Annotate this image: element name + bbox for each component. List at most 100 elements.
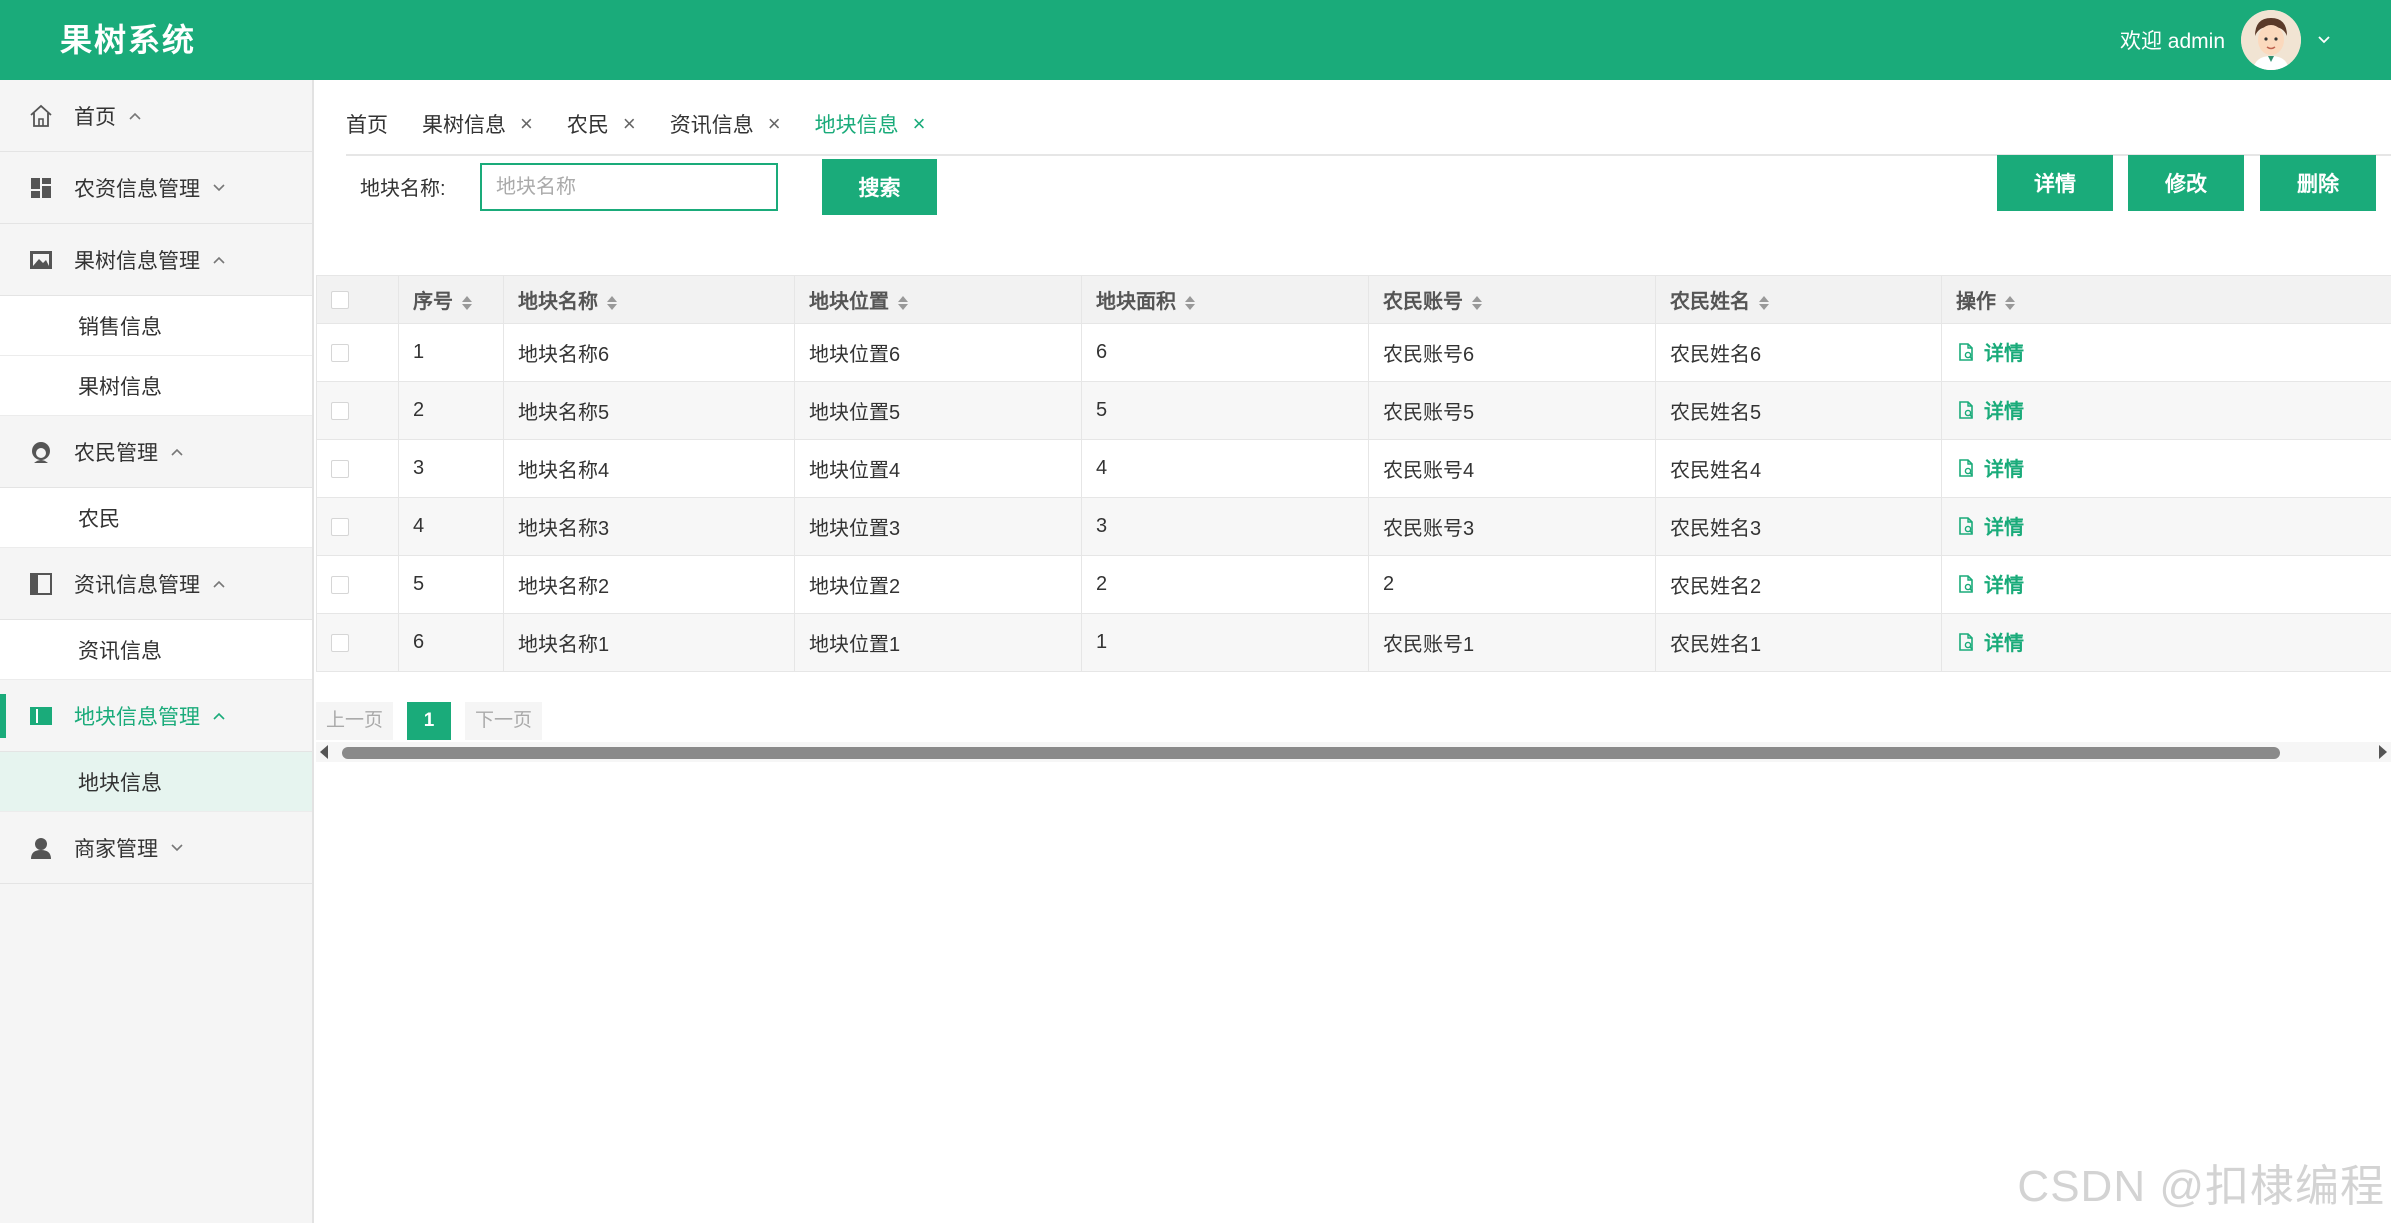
book-icon xyxy=(30,706,52,725)
table-cell: 农民姓名2 xyxy=(1655,555,1942,614)
select-all-checkbox[interactable] xyxy=(331,290,349,309)
user-menu[interactable]: 欢迎 admin xyxy=(2120,10,2331,70)
close-icon[interactable]: × xyxy=(768,113,781,135)
sidebar-subitem-news[interactable]: 资讯信息 xyxy=(0,620,312,680)
close-icon[interactable]: × xyxy=(520,113,533,135)
table-cell: 6 xyxy=(398,613,504,672)
home-icon xyxy=(30,104,52,127)
tab-label: 首页 xyxy=(346,114,388,137)
plot-table: 序号 地块名称 地块位置 地块面积 农民账号 农民姓名 操作 1 地块名称6 地块位… xyxy=(316,275,2391,672)
search-button[interactable]: 搜索 xyxy=(822,159,937,215)
chevron-down-icon xyxy=(171,843,183,851)
row-detail-label: 详情 xyxy=(1984,633,2024,656)
table-row[interactable]: 2 地块名称5 地块位置5 5 农民账号5 农民姓名5 详情 xyxy=(316,381,2391,440)
row-select-cell xyxy=(316,555,399,614)
table-row[interactable]: 5 地块名称2 地块位置2 2 2 农民姓名2 详情 xyxy=(316,555,2391,614)
chevron-up-icon xyxy=(171,448,183,456)
sort-icon[interactable] xyxy=(1184,295,1196,311)
chevron-down-icon[interactable] xyxy=(2317,33,2331,47)
tab-plot[interactable]: 地块信息 × xyxy=(815,109,926,139)
avatar[interactable] xyxy=(2241,10,2301,70)
column-header[interactable]: 农民姓名 xyxy=(1655,275,1942,324)
sidebar-item-merchant[interactable]: 商家管理 xyxy=(0,812,312,884)
row-detail-link[interactable]: 详情 xyxy=(1956,395,2024,424)
table-row[interactable]: 1 地块名称6 地块位置6 6 农民账号6 农民姓名6 详情 xyxy=(316,323,2391,382)
delete-button[interactable]: 删除 xyxy=(2260,155,2376,211)
sidebar-item-home[interactable]: 首页 xyxy=(0,80,312,152)
plot-name-search-input[interactable] xyxy=(480,163,778,211)
next-page-button[interactable]: 下一页 xyxy=(465,702,543,740)
sidebar-subitem-farmer[interactable]: 农民 xyxy=(0,488,312,548)
table-cell: 地块名称5 xyxy=(503,381,795,440)
page-number-current[interactable]: 1 xyxy=(407,702,452,740)
document-icon xyxy=(1959,574,1973,593)
table-cell: 6 xyxy=(1081,323,1369,382)
table-cell: 地块名称1 xyxy=(503,613,795,672)
table-cell: 4 xyxy=(398,497,504,556)
scrollbar-thumb[interactable] xyxy=(342,747,2280,759)
table-cell: 地块位置6 xyxy=(794,323,1082,382)
sort-icon[interactable] xyxy=(461,295,473,311)
column-header[interactable]: 操作 xyxy=(1941,275,2391,324)
row-detail-link[interactable]: 详情 xyxy=(1956,511,2024,540)
document-icon xyxy=(1959,516,1973,535)
sidebar-item-label: 商家管理 xyxy=(74,837,158,861)
row-detail-label: 详情 xyxy=(1984,343,2024,366)
row-checkbox[interactable] xyxy=(331,633,349,652)
sidebar-subitem-fruit-tree[interactable]: 果树信息 xyxy=(0,356,312,416)
sidebar-subitem-sales[interactable]: 销售信息 xyxy=(0,296,312,356)
prev-page-button[interactable]: 上一页 xyxy=(316,702,394,740)
tab-farmer[interactable]: 农民 × xyxy=(567,109,636,139)
horizontal-scrollbar[interactable] xyxy=(316,742,2391,762)
scroll-right-icon[interactable] xyxy=(2379,745,2387,759)
row-checkbox[interactable] xyxy=(331,517,349,536)
tab-fruit-tree[interactable]: 果树信息 × xyxy=(422,109,533,139)
row-select-cell xyxy=(316,497,399,556)
sidebar-subitem-plot[interactable]: 地块信息 xyxy=(0,752,312,812)
row-checkbox[interactable] xyxy=(331,343,349,362)
column-header[interactable]: 序号 xyxy=(398,275,504,324)
sort-icon[interactable] xyxy=(1758,295,1770,311)
column-header[interactable]: 地块名称 xyxy=(503,275,795,324)
close-icon[interactable]: × xyxy=(913,113,926,135)
column-header[interactable]: 地块面积 xyxy=(1081,275,1369,324)
table-row[interactable]: 6 地块名称1 地块位置1 1 农民账号1 农民姓名1 详情 xyxy=(316,613,2391,672)
table-cell: 农民姓名5 xyxy=(1655,381,1942,440)
table-row[interactable]: 4 地块名称3 地块位置3 3 农民账号3 农民姓名3 详情 xyxy=(316,497,2391,556)
row-checkbox[interactable] xyxy=(331,401,349,420)
scroll-left-icon[interactable] xyxy=(320,745,328,759)
tab-news[interactable]: 资讯信息 × xyxy=(670,109,781,139)
row-detail-label: 详情 xyxy=(1984,575,2024,598)
table-cell: 农民账号5 xyxy=(1368,381,1656,440)
row-detail-link[interactable]: 详情 xyxy=(1956,627,2024,656)
detail-button[interactable]: 详情 xyxy=(1997,155,2113,211)
table-cell: 地块位置4 xyxy=(794,439,1082,498)
sidebar-item-agri-supplies[interactable]: 农资信息管理 xyxy=(0,152,312,224)
sort-icon[interactable] xyxy=(2004,295,2016,311)
sidebar-item-farmer[interactable]: 农民管理 xyxy=(0,416,312,488)
row-detail-link[interactable]: 详情 xyxy=(1956,569,2024,598)
sidebar-item-label: 农资信息管理 xyxy=(74,177,200,201)
row-detail-link[interactable]: 详情 xyxy=(1956,337,2024,366)
tab-label: 资讯信息 xyxy=(669,114,754,137)
row-action-cell: 详情 xyxy=(1941,555,2391,614)
sort-icon[interactable] xyxy=(897,295,909,311)
sidebar-item-plot[interactable]: 地块信息管理 xyxy=(0,680,312,752)
row-detail-link[interactable]: 详情 xyxy=(1956,453,2024,482)
column-header[interactable]: 地块位置 xyxy=(794,275,1082,324)
row-checkbox[interactable] xyxy=(331,575,349,594)
sidebar-item-fruit-tree[interactable]: 果树信息管理 xyxy=(0,224,312,296)
row-checkbox[interactable] xyxy=(331,459,349,478)
table-cell: 地块名称4 xyxy=(503,439,795,498)
table-row[interactable]: 3 地块名称4 地块位置4 4 农民账号4 农民姓名4 详情 xyxy=(316,439,2391,498)
close-icon[interactable]: × xyxy=(623,113,636,135)
sidebar-item-label: 首页 xyxy=(74,105,116,129)
pagination: 上一页 1 下一页 xyxy=(316,702,543,740)
sidebar-item-news[interactable]: 资讯信息管理 xyxy=(0,548,312,620)
sort-icon[interactable] xyxy=(606,295,618,311)
document-icon xyxy=(1959,400,1973,419)
edit-button[interactable]: 修改 xyxy=(2128,155,2244,211)
column-header[interactable]: 农民账号 xyxy=(1368,275,1656,324)
tab-home[interactable]: 首页 xyxy=(346,109,388,139)
sort-icon[interactable] xyxy=(1471,295,1483,311)
